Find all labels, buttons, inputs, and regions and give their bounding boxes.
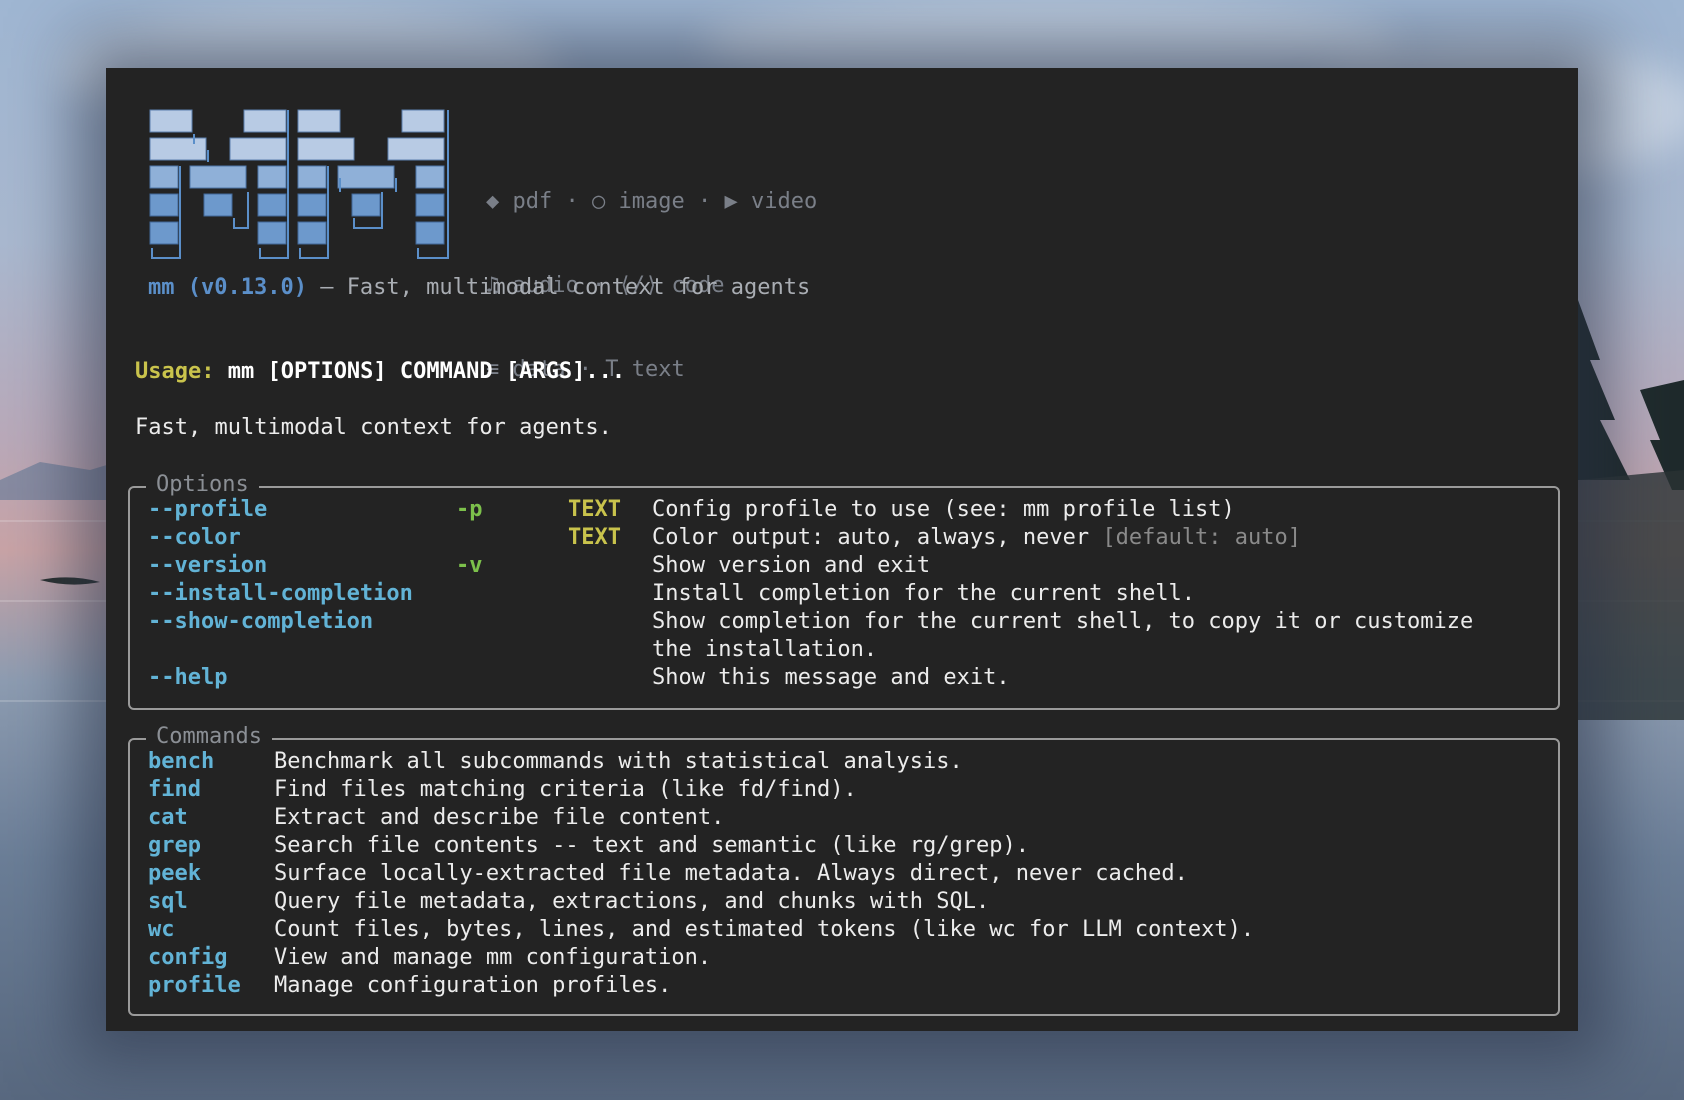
option-help: the installation.	[652, 636, 890, 664]
media-label-text: text	[631, 357, 685, 382]
command-help: Search file contents -- text and semanti…	[274, 833, 1029, 858]
option-help: Install completion for the current shell…	[652, 580, 1208, 608]
option-help-text: the installation.	[652, 637, 878, 662]
command-name[interactable]: cat	[148, 804, 188, 832]
option-help-text: Color output: auto, always, never	[652, 525, 1090, 550]
options-title: Options	[146, 471, 259, 499]
command-help: View and manage mm configuration.	[274, 945, 712, 970]
command-help: Query file metadata, extractions, and ch…	[274, 889, 990, 914]
option-short-flag[interactable]: -v	[456, 552, 483, 580]
command-name[interactable]: grep	[148, 832, 201, 860]
option-help: Show completion for the current shell, t…	[652, 608, 1486, 636]
option-flag[interactable]: --install-completion	[148, 580, 413, 608]
video-icon: ▶	[724, 189, 738, 214]
option-help: Show version and exit	[652, 552, 943, 580]
option-help: Color output: auto, always, never [defau…	[652, 524, 1301, 552]
version-tagline: mm (v0.13.0) — Fast, multimodal context …	[148, 274, 810, 302]
option-default: [default: auto]	[1102, 525, 1302, 550]
option-flag[interactable]: --help	[148, 664, 227, 692]
option-flag[interactable]: --show-completion	[148, 608, 373, 636]
option-type: TEXT	[568, 497, 621, 522]
command-name[interactable]: find	[148, 776, 201, 804]
option-flag[interactable]: --color	[148, 524, 241, 552]
option-help-text: Show version and exit	[652, 553, 931, 578]
usage-line: Usage: mm [OPTIONS] COMMAND [ARGS]...	[135, 358, 625, 386]
command-name[interactable]: bench	[148, 748, 214, 776]
commands-title: Commands	[146, 723, 272, 751]
command-help: Benchmark all subcommands with statistic…	[274, 749, 963, 774]
option-help-text: Install completion for the current shell…	[652, 581, 1196, 606]
tagline-text: — Fast, multimodal context for agents	[306, 275, 811, 300]
command-name[interactable]: sql	[148, 888, 188, 916]
command-name[interactable]: config	[148, 944, 227, 972]
option-flag[interactable]: --version	[148, 552, 267, 580]
usage-text: mm [OPTIONS] COMMAND [ARGS]...	[214, 359, 626, 384]
command-name[interactable]: wc	[148, 916, 175, 944]
pdf-icon: ◆	[486, 189, 500, 214]
options-panel: Options --profile -p TEXT Config profile to…	[128, 471, 1560, 710]
command-name[interactable]: peek	[148, 860, 201, 888]
command-name[interactable]: profile	[148, 972, 241, 1000]
version-name: mm (v0.13.0)	[148, 275, 307, 300]
option-short-flag[interactable]: -p	[456, 496, 483, 524]
option-help-text: Show completion for the current shell, t…	[652, 609, 1474, 634]
option-help-text: Config profile to use (see: mm profile l…	[652, 497, 1235, 522]
media-row-1: ◆ pdf · ○ image · ▶ video	[486, 188, 817, 216]
separator: ·	[565, 189, 579, 214]
image-icon: ○	[592, 189, 606, 214]
terminal-window[interactable]: ◆ pdf · ○ image · ▶ video ♫ audio · ⟨/⟩ …	[106, 68, 1578, 1031]
description: Fast, multimodal context for agents.	[135, 415, 612, 440]
option-flag[interactable]: --profile	[148, 496, 267, 524]
command-help: Find files matching criteria (like fd/fi…	[274, 777, 857, 802]
option-help: Config profile to use (see: mm profile l…	[652, 496, 1248, 524]
command-help: Extract and describe file content.	[274, 805, 725, 830]
command-help: Manage configuration profiles.	[274, 973, 672, 998]
command-help: Surface locally-extracted file metadata.…	[274, 861, 1188, 886]
mm-logo-icon	[149, 109, 449, 259]
usage-label: Usage:	[135, 359, 215, 384]
commands-panel: Commands bench Benchmark all subcommands …	[128, 723, 1560, 1016]
option-type: TEXT	[568, 525, 621, 550]
separator: ·	[697, 189, 712, 214]
media-label-image: image	[618, 189, 685, 214]
media-label-video: video	[750, 189, 818, 214]
option-help-text: Show this message and exit.	[652, 665, 1010, 690]
media-label-pdf: pdf	[512, 189, 553, 214]
option-help: Show this message and exit.	[652, 664, 1023, 692]
command-help: Count files, bytes, lines, and estimated…	[274, 917, 1255, 942]
